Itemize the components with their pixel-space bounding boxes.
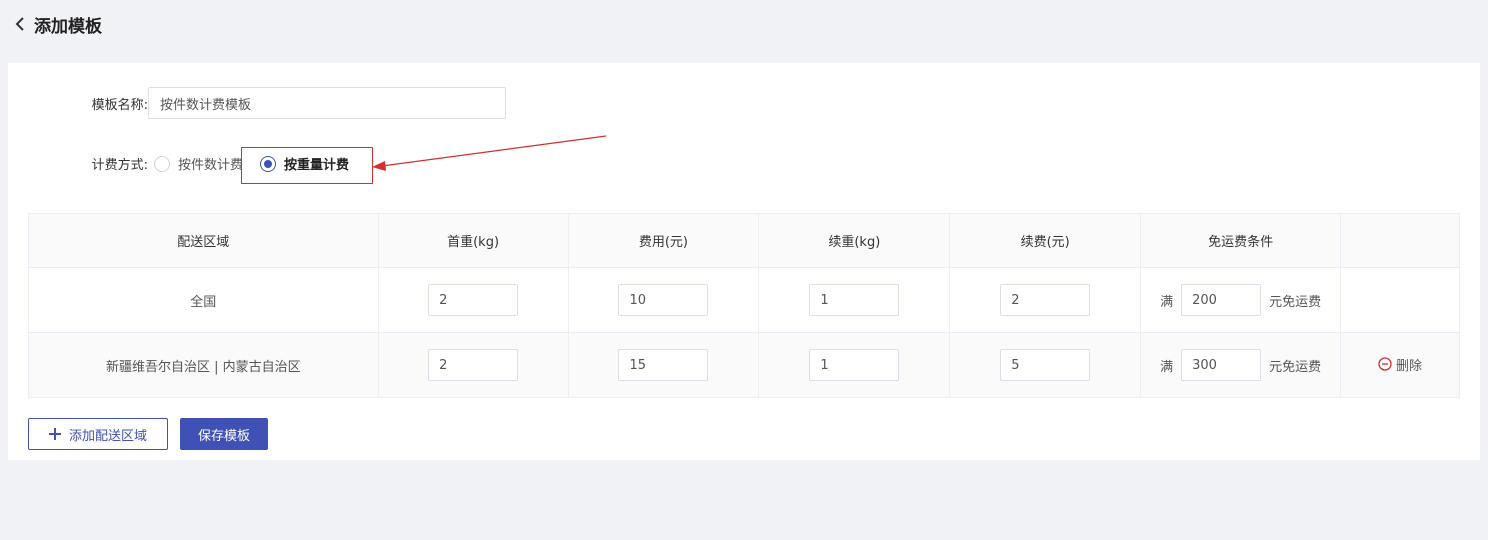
extra-fee-input[interactable] bbox=[1000, 349, 1091, 381]
template-name-input[interactable] bbox=[148, 87, 506, 119]
page-title: 添加模板 bbox=[34, 16, 102, 37]
fee-cell bbox=[568, 332, 760, 398]
billing-method-label: 计费方式: bbox=[91, 158, 148, 173]
region-cell: 全国 bbox=[28, 267, 379, 333]
column-header-actions bbox=[1340, 213, 1460, 268]
free-shipping-condition: 满 元免运费 bbox=[1160, 284, 1321, 316]
radio-by-weight[interactable]: 按重量计费 bbox=[260, 154, 349, 173]
first-weight-cell bbox=[378, 332, 569, 398]
column-header-region: 配送区域 bbox=[28, 213, 379, 268]
page-header: 添加模板 bbox=[0, 0, 1488, 48]
free-amount-input[interactable] bbox=[1181, 349, 1262, 381]
free-shipping-cell: 满 元免运费 bbox=[1140, 332, 1342, 398]
first-weight-cell bbox=[378, 267, 569, 333]
minus-circle-icon bbox=[1378, 357, 1392, 371]
billing-method-row: 计费方式: 按件数计费 按重量计费 bbox=[8, 154, 349, 173]
fee-cell bbox=[568, 267, 760, 333]
table-header-row: 配送区域 首重(kg) 费用(元) 续重(kg) 续费(元) 免运费条件 bbox=[28, 213, 1460, 268]
template-name-row: 模板名称: bbox=[8, 87, 506, 119]
table-row: 全国 满 元免运费 bbox=[28, 267, 1460, 333]
region-cell: 新疆维吾尔自治区 | 内蒙古自治区 bbox=[28, 332, 379, 398]
first-weight-input[interactable] bbox=[428, 284, 519, 316]
extra-weight-cell bbox=[758, 267, 951, 333]
first-weight-input[interactable] bbox=[428, 349, 519, 381]
free-amount-input[interactable] bbox=[1181, 284, 1262, 316]
extra-weight-input[interactable] bbox=[809, 284, 900, 316]
plus-icon bbox=[48, 428, 61, 440]
radio-by-count-label: 按件数计费 bbox=[178, 158, 244, 173]
column-header-extra-weight: 续重(kg) bbox=[758, 213, 951, 268]
free-prefix-label: 满 bbox=[1160, 359, 1174, 375]
free-suffix-label: 元免运费 bbox=[1269, 294, 1322, 310]
table-row: 新疆维吾尔自治区 | 内蒙古自治区 满 元免运费 删除 bbox=[28, 332, 1460, 398]
chevron-left-icon[interactable] bbox=[14, 14, 28, 34]
action-buttons: 添加配送区域 保存模板 bbox=[28, 418, 268, 450]
column-header-free-shipping: 免运费条件 bbox=[1140, 213, 1342, 268]
radio-circle-icon bbox=[154, 155, 170, 172]
radio-by-count[interactable]: 按件数计费 bbox=[154, 154, 243, 173]
extra-fee-cell bbox=[949, 267, 1142, 333]
shipping-rules-table: 配送区域 首重(kg) 费用(元) 续重(kg) 续费(元) 免运费条件 全国 … bbox=[28, 213, 1460, 398]
free-prefix-label: 满 bbox=[1160, 294, 1174, 310]
extra-fee-input[interactable] bbox=[1000, 284, 1091, 316]
template-form-card: 模板名称: 计费方式: 按件数计费 按重量计费 配送区域 首重(kg) 费用(元… bbox=[8, 63, 1480, 460]
extra-weight-cell bbox=[758, 332, 951, 398]
free-suffix-label: 元免运费 bbox=[1269, 359, 1322, 375]
template-name-label: 模板名称: bbox=[91, 97, 148, 113]
add-region-button[interactable]: 添加配送区域 bbox=[28, 418, 168, 450]
add-region-label: 添加配送区域 bbox=[68, 428, 147, 444]
free-shipping-cell: 满 元免运费 bbox=[1140, 267, 1342, 333]
radio-checked-icon bbox=[260, 155, 277, 172]
billing-radio-group: 按件数计费 按重量计费 bbox=[154, 154, 349, 173]
delete-label: 删除 bbox=[1396, 358, 1423, 374]
extra-weight-input[interactable] bbox=[809, 349, 900, 381]
free-shipping-condition: 满 元免运费 bbox=[1160, 349, 1321, 381]
actions-cell: 删除 bbox=[1340, 332, 1460, 398]
radio-by-weight-label: 按重量计费 bbox=[284, 158, 350, 173]
extra-fee-cell bbox=[949, 332, 1142, 398]
delete-row-button[interactable]: 删除 bbox=[1378, 355, 1422, 374]
fee-input[interactable] bbox=[618, 284, 709, 316]
actions-cell bbox=[1340, 267, 1460, 333]
column-header-first-weight: 首重(kg) bbox=[378, 213, 569, 268]
fee-input[interactable] bbox=[618, 349, 709, 381]
save-template-button[interactable]: 保存模板 bbox=[180, 418, 268, 450]
column-header-extra-fee: 续费(元) bbox=[949, 213, 1142, 268]
column-header-fee: 费用(元) bbox=[568, 213, 760, 268]
